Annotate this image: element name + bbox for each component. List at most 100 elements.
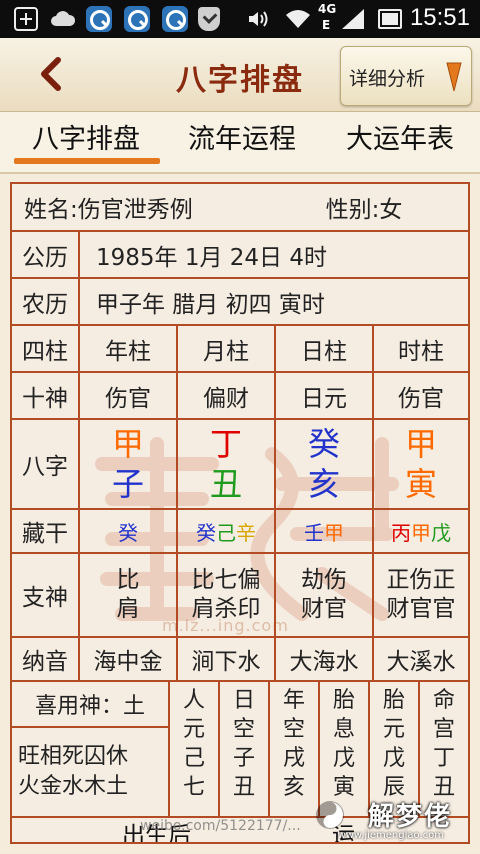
vertical-char: 空 (282, 717, 305, 742)
year-pillar-chars: 甲 子 (80, 420, 178, 508)
vertical-char: 戌 (282, 746, 305, 771)
hidden-stems-label: 藏干 (12, 510, 80, 552)
vertical-char: 宫 (432, 717, 455, 742)
month-branch: 丑 (209, 465, 242, 503)
ten-god-day: 日元 (276, 373, 374, 418)
day-branch: 亥 (307, 465, 340, 503)
vertical-char: 胎 (332, 688, 355, 713)
tab-bar: 八字排盘 流年运程 大运年表 (0, 112, 480, 174)
month-pillar-header: 月柱 (178, 326, 276, 371)
bazi-characters-row: 八字 甲 子 丁 丑 癸 亥 甲 寅 (12, 420, 468, 510)
hidden-stem: 癸 (196, 520, 216, 545)
vertical-char: 胎 (382, 688, 405, 713)
element-strength: 旺相死囚休 火金水木土 (12, 728, 170, 816)
vertical-char: 命 (432, 688, 455, 713)
security-shield-icon (198, 7, 220, 31)
hidden-stems-row: 藏干 癸 癸己辛 壬甲 丙甲戊 (12, 510, 468, 554)
month-pillar-chars: 丁 丑 (178, 420, 276, 508)
hidden-stem: 辛 (236, 520, 256, 545)
hidden-stems-year: 癸 (80, 510, 178, 552)
branch-gods-day: 劫伤 财官 (276, 554, 374, 636)
branch-gods-month: 比七偏 肩杀印 (178, 554, 276, 636)
vertical-char: 子 (232, 746, 255, 771)
hidden-stems-month: 癸己辛 (178, 510, 276, 552)
vertical-char: 元 (382, 717, 405, 742)
branch-god-line: 肩杀印 (191, 596, 261, 622)
branch-god-line: 财官官 (386, 596, 456, 622)
clock: 15:51 (409, 4, 470, 31)
tab-decade-luck[interactable]: 大运年表 (330, 120, 470, 164)
vertical-char: 人 (182, 688, 205, 713)
nayin-label: 纳音 (12, 638, 80, 680)
hour-stem: 甲 (404, 425, 437, 463)
vertical-char: 丑 (232, 775, 255, 800)
app-header: 八字排盘 详细分析 (0, 38, 480, 112)
status-bar: 4G E 15:51 (0, 0, 480, 38)
branch-god-line: 比七偏 (191, 567, 261, 593)
name-row: 姓名:伤官泄秀例 性别:女 (12, 184, 468, 232)
lunar-date-row: 农历 甲子年 腊月 初四 寅时 (12, 279, 468, 326)
signal-icon (340, 7, 366, 31)
ten-gods-label: 十神 (12, 373, 80, 418)
battery-icon (378, 9, 402, 29)
content-area: m.lz...ing.com 姓名:伤官泄秀例 性别:女 公历 1985年 1月… (0, 174, 480, 854)
bazi-chart-table: m.lz...ing.com 姓名:伤官泄秀例 性别:女 公历 1985年 1月… (10, 182, 470, 844)
network-sub-type: E (322, 18, 331, 32)
pillars-row: 四柱 年柱 月柱 日柱 时柱 (12, 326, 468, 373)
element-strength-line-2: 火金水木土 (18, 774, 129, 799)
vertical-char: 年 (282, 688, 305, 713)
vertical-char: 丁 (432, 746, 455, 771)
branch-gods-row: 支神 比 肩 比七偏 肩杀印 劫伤 财官 正伤正 财官官 (12, 554, 468, 638)
branch-god-line: 财官 (301, 596, 347, 622)
hidden-stem: 戊 (431, 520, 451, 545)
lunar-value: 甲子年 腊月 初四 寅时 (96, 291, 325, 318)
hidden-stem: 壬 (304, 520, 324, 545)
vertical-char: 己 (182, 746, 205, 771)
hidden-stems-hour: 丙甲戊 (374, 510, 468, 552)
solar-value: 1985年 1月 24日 4时 (96, 244, 327, 271)
hidden-stem: 甲 (324, 520, 344, 545)
active-tab-indicator (14, 158, 160, 164)
nayin-month: 涧下水 (178, 638, 276, 680)
hour-pillar-header: 时柱 (398, 338, 444, 365)
branch-gods-year: 比 肩 (80, 554, 178, 636)
tab-annual-fortune[interactable]: 流年运程 (168, 120, 316, 164)
detailed-analysis-label: 详细分析 (349, 68, 426, 90)
vertical-char: 亥 (282, 775, 305, 800)
ten-god-year: 伤官 (80, 373, 178, 418)
detailed-analysis-button[interactable]: 详细分析 (340, 46, 472, 106)
pillars-label: 四柱 (12, 326, 80, 371)
weibo-watermark: weibo.com/5122177/... (140, 818, 301, 834)
vertical-char: 戊 (332, 746, 355, 771)
day-pillar-header: 日柱 (276, 326, 374, 371)
vertical-char: 元 (182, 717, 205, 742)
hidden-stem: 己 (216, 520, 236, 545)
browser-notification-icon (162, 6, 188, 32)
browser-notification-icon (86, 6, 112, 32)
year-branch: 子 (111, 465, 144, 503)
branch-god-line: 肩 (116, 596, 140, 622)
vertical-char: 日 (232, 688, 255, 713)
ten-god-month: 偏财 (178, 373, 276, 418)
wifi-icon (284, 7, 312, 31)
branch-gods-hour: 正伤正 财官官 (374, 554, 468, 636)
element-strength-line-1: 旺相死囚休 (18, 744, 129, 769)
vertical-char: 戊 (382, 746, 405, 771)
name-value: 姓名:伤官泄秀例 (24, 197, 193, 223)
solar-label: 公历 (12, 232, 80, 277)
day-stem: 癸 (307, 425, 340, 463)
hour-branch: 寅 (404, 465, 437, 503)
nayin-day: 大海水 (276, 638, 374, 680)
site-logo-text: 解梦佬 (367, 802, 452, 832)
branch-gods-label: 支神 (12, 554, 80, 636)
bazi-label: 八字 (12, 420, 80, 508)
solar-date-row: 公历 1985年 1月 24日 4时 (12, 232, 468, 279)
branch-god-line: 劫伤 (301, 567, 347, 593)
vertical-col-rikong: 日 空 子 丑 (220, 682, 270, 816)
vertical-col-renyuan: 人 元 己 七 (170, 682, 220, 816)
browser-notification-icon (124, 6, 150, 32)
hidden-stem: 癸 (118, 520, 138, 545)
ten-gods-row: 十神 伤官 偏财 日元 伤官 (12, 373, 468, 420)
year-stem: 甲 (111, 425, 144, 463)
branch-god-line: 比 (116, 567, 140, 593)
